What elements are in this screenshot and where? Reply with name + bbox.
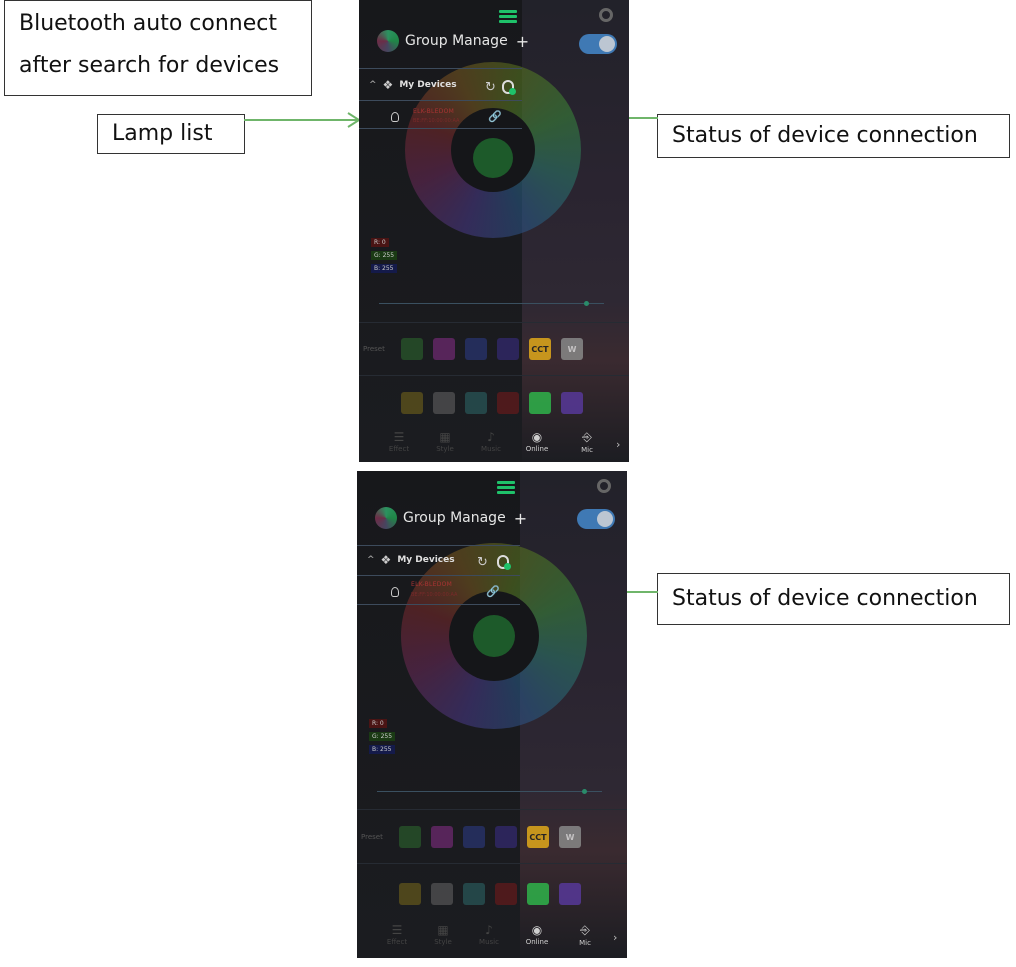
device-mac: BE:FF:10:00:00:AA <box>413 118 460 124</box>
plus-icon[interactable]: + <box>516 32 529 51</box>
swatch-cct[interactable]: CCT <box>529 338 551 360</box>
selected-color-dot <box>473 138 513 178</box>
collapse-chevron-icon[interactable]: ^ <box>367 555 375 565</box>
link-icon[interactable]: 🔗 <box>488 110 502 123</box>
chevron-right-icon[interactable]: › <box>616 438 620 451</box>
group-manage-label: Group Manage <box>403 510 506 526</box>
swatch-magenta[interactable] <box>431 826 453 848</box>
callout-status-bottom: Status of device connection <box>657 573 1010 625</box>
list-icon[interactable] <box>499 10 517 24</box>
tab-online[interactable]: ◉ Online <box>519 923 555 946</box>
phone-screen-top: Group Manage + ^ ❖ My Devices ↻ ELK-BLED… <box>359 0 629 462</box>
swatch-green[interactable] <box>401 338 423 360</box>
group-color-icon <box>377 30 399 52</box>
preset-row-label: Preset <box>361 833 383 841</box>
preset-row-label: Preset <box>363 345 385 353</box>
gear-icon[interactable] <box>599 8 613 22</box>
list-icon[interactable] <box>497 481 515 495</box>
group-manage-label: Group Manage <box>405 33 508 49</box>
brightness-slider-knob[interactable] <box>584 301 589 306</box>
swatch-bright-green[interactable] <box>527 883 549 905</box>
rgb-b: B: 255 <box>369 745 395 754</box>
callout-status-top-label: Status of device connection <box>672 123 978 148</box>
group-manage-row[interactable]: Group Manage + <box>377 30 529 52</box>
swatch-w[interactable]: W <box>561 338 583 360</box>
swatch-yellow[interactable] <box>399 883 421 905</box>
my-devices-label: My Devices <box>399 80 457 90</box>
brightness-slider[interactable] <box>379 303 604 304</box>
swatch-teal[interactable] <box>465 392 487 414</box>
device-mac: BE:FF:10:00:00:AA <box>411 592 458 598</box>
divider <box>359 68 522 69</box>
swatch-magenta[interactable] <box>433 338 455 360</box>
tab-online[interactable]: ◉ Online <box>519 430 555 453</box>
swatch-teal[interactable] <box>463 883 485 905</box>
swatch-yellow[interactable] <box>401 392 423 414</box>
tab-effect[interactable]: ☰ Effect <box>379 923 415 946</box>
group-manage-row[interactable]: Group Manage + <box>375 507 527 529</box>
bluetooth-search-icon[interactable] <box>502 80 516 95</box>
my-devices-label: My Devices <box>397 555 455 565</box>
refresh-icon[interactable]: ↻ <box>485 80 496 95</box>
arrow-lamp-list <box>244 112 361 128</box>
swatch-bright-green[interactable] <box>529 392 551 414</box>
swatch-w[interactable]: W <box>559 826 581 848</box>
bulb-icon <box>391 112 399 122</box>
tab-mic[interactable]: ⎆ Mic <box>567 923 603 947</box>
bulb-icon <box>391 587 399 597</box>
plus-icon[interactable]: + <box>514 509 527 528</box>
toggle-switch[interactable] <box>577 509 615 529</box>
bluetooth-search-icon[interactable] <box>497 555 511 570</box>
swatch-blue[interactable] <box>465 338 487 360</box>
brightness-slider-knob[interactable] <box>582 789 587 794</box>
lamp-group-icon: ❖ <box>382 78 394 92</box>
callout-bluetooth-auto-connect: Bluetooth auto connect after search for … <box>4 0 312 96</box>
selected-color-dot <box>473 615 515 657</box>
swatch-red[interactable] <box>497 392 519 414</box>
chevron-right-icon[interactable]: › <box>613 931 617 944</box>
swatch-gray[interactable] <box>431 883 453 905</box>
callout-status-top: Status of device connection <box>657 114 1010 158</box>
brightness-slider[interactable] <box>377 791 602 792</box>
rgb-r: R: 0 <box>371 238 389 247</box>
swatch-blue[interactable] <box>463 826 485 848</box>
swatch-indigo[interactable] <box>495 826 517 848</box>
callout-bluetooth-line1: Bluetooth auto connect <box>19 11 277 36</box>
divider <box>357 545 520 546</box>
tab-style[interactable]: ▦ Style <box>427 430 463 453</box>
device-name[interactable]: ELK-BLEDOM <box>411 581 452 588</box>
link-icon[interactable]: 🔗 <box>486 585 500 598</box>
group-color-icon <box>375 507 397 529</box>
tab-effect[interactable]: ☰ Effect <box>381 430 417 453</box>
toggle-switch[interactable] <box>579 34 617 54</box>
collapse-chevron-icon[interactable]: ^ <box>369 80 377 90</box>
swatch-cct[interactable]: CCT <box>527 826 549 848</box>
refresh-icon[interactable]: ↻ <box>477 555 488 570</box>
my-devices-row[interactable]: ^ ❖ My Devices <box>367 553 455 567</box>
tab-mic[interactable]: ⎆ Mic <box>569 430 605 454</box>
callout-status-bottom-label: Status of device connection <box>672 586 978 611</box>
gear-icon[interactable] <box>597 479 611 493</box>
swatch-purple[interactable] <box>561 392 583 414</box>
phone-screen-bottom: Group Manage + ^ ❖ My Devices ↻ ELK-BLED… <box>357 471 627 958</box>
rgb-b: B: 255 <box>371 264 397 273</box>
tab-style[interactable]: ▦ Style <box>425 923 461 946</box>
swatch-green[interactable] <box>399 826 421 848</box>
tab-music[interactable]: ♪ Music <box>473 430 509 453</box>
my-devices-row[interactable]: ^ ❖ My Devices <box>369 78 457 92</box>
tab-music[interactable]: ♪ Music <box>471 923 507 946</box>
rgb-g: G: 255 <box>369 732 396 741</box>
callout-bluetooth-line2: after search for devices <box>19 53 280 78</box>
swatch-indigo[interactable] <box>497 338 519 360</box>
rgb-g: G: 255 <box>371 251 398 260</box>
swatch-red[interactable] <box>495 883 517 905</box>
swatch-gray[interactable] <box>433 392 455 414</box>
callout-lamp-list: Lamp list <box>97 114 245 154</box>
device-name[interactable]: ELK-BLEDOM <box>413 108 454 115</box>
swatch-purple[interactable] <box>559 883 581 905</box>
callout-lamp-list-label: Lamp list <box>112 121 213 146</box>
rgb-r: R: 0 <box>369 719 387 728</box>
lamp-group-icon: ❖ <box>380 553 392 567</box>
